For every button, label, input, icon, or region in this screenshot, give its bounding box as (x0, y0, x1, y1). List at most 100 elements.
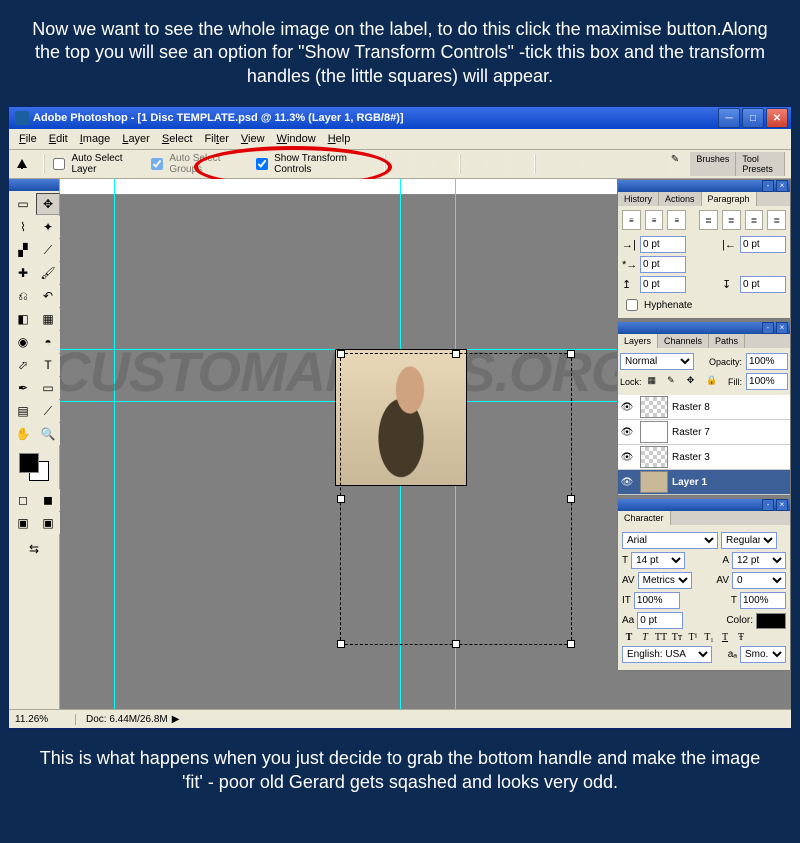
paragraph-tab[interactable]: Paragraph (702, 192, 757, 206)
actions-tab[interactable]: Actions (659, 192, 702, 206)
distribute-icon[interactable] (563, 153, 582, 175)
distribute-icon[interactable] (627, 153, 646, 175)
first-line-input[interactable] (640, 256, 686, 273)
palette-well-icon[interactable]: ✎ (670, 153, 689, 175)
panel-close-icon[interactable]: × (776, 322, 788, 334)
tool-gradient[interactable]: ▦ (36, 308, 60, 330)
visibility-icon[interactable]: 👁 (618, 427, 636, 438)
fill-input[interactable] (746, 373, 788, 390)
tool-wand[interactable]: ✦ (36, 216, 60, 238)
tool-eyedrop[interactable]: ⟋ (36, 400, 60, 422)
history-tab[interactable]: History (618, 192, 659, 206)
tool-blur[interactable]: ◉ (11, 331, 35, 353)
color-swatch[interactable] (756, 613, 786, 629)
blend-mode-select[interactable]: Normal (620, 353, 694, 370)
indent-left-input[interactable] (640, 236, 686, 253)
handle-n[interactable] (452, 350, 460, 358)
handle-e[interactable] (567, 495, 575, 503)
panel-close-icon[interactable]: × (776, 180, 788, 192)
handle-nw[interactable] (337, 350, 345, 358)
handle-w[interactable] (337, 495, 345, 503)
kerning-select[interactable]: Metrics (638, 572, 692, 589)
super-button[interactable]: T¹ (686, 632, 700, 643)
menu-select[interactable]: Select (156, 131, 199, 147)
menu-view[interactable]: View (235, 131, 271, 147)
tool-type[interactable]: T (36, 354, 60, 376)
paths-tab[interactable]: Paths (709, 334, 745, 348)
tool-slice[interactable]: ⟋ (36, 239, 60, 261)
transform-bounds[interactable] (340, 353, 572, 645)
visibility-icon[interactable]: 👁 (618, 477, 636, 488)
character-tab[interactable]: Character (618, 511, 671, 525)
tool-crop[interactable]: ▞ (11, 239, 35, 261)
align-icon[interactable] (391, 153, 410, 175)
panel-min-icon[interactable]: - (762, 322, 774, 334)
underline-button[interactable]: T (718, 632, 732, 643)
align-icon[interactable] (434, 153, 453, 175)
panel-close-icon[interactable]: × (776, 499, 788, 511)
minimize-button[interactable]: ─ (718, 108, 740, 128)
color-swatch[interactable] (13, 451, 55, 483)
layer-row[interactable]: 👁Raster 7 (618, 420, 790, 445)
auto-select-layer-check[interactable]: Auto Select Layer (49, 153, 137, 175)
show-transform-controls-check[interactable]: Show Transform Controls (252, 153, 369, 175)
align-icon[interactable] (466, 153, 485, 175)
tool-shape[interactable]: ▭ (36, 377, 60, 399)
distribute-icon[interactable] (584, 153, 603, 175)
tool-hand[interactable]: ✋ (11, 423, 35, 445)
align-icon[interactable] (488, 153, 507, 175)
lang-select[interactable]: English: USA (622, 646, 712, 663)
handle-sw[interactable] (337, 640, 345, 648)
menu-edit[interactable]: Edit (43, 131, 74, 147)
hscale-input[interactable] (740, 592, 786, 609)
layer-row[interactable]: 👁Raster 8 (618, 395, 790, 420)
sub-button[interactable]: T₁ (702, 632, 716, 643)
panel-min-icon[interactable]: - (762, 499, 774, 511)
menu-layer[interactable]: Layer (116, 131, 156, 147)
strike-button[interactable]: Ŧ (734, 632, 748, 643)
style-select[interactable]: Regular (721, 532, 777, 549)
tool-move[interactable]: ✥ (36, 193, 60, 215)
font-select[interactable]: Arial (622, 532, 718, 549)
align-center-icon[interactable]: ≡ (645, 210, 664, 230)
imageready-icon[interactable]: ⇆ (11, 538, 57, 560)
justify-icon[interactable]: ≣ (699, 210, 718, 230)
screenmode-icon[interactable]: ▣ (11, 512, 35, 534)
canvas-area[interactable]: CUSTOMANIACS.ORG (60, 179, 617, 709)
handle-s[interactable] (452, 640, 460, 648)
menu-filter[interactable]: Filter (198, 131, 234, 147)
zoom-value[interactable]: 11.26% (15, 714, 76, 725)
layers-tab[interactable]: Layers (618, 334, 658, 348)
menu-help[interactable]: Help (322, 131, 357, 147)
smallcaps-button[interactable]: Tᴛ (670, 632, 684, 643)
lock-paint-icon[interactable]: ✎ (666, 374, 680, 390)
quickmask-icon[interactable]: ◻ (11, 489, 35, 511)
layer-row[interactable]: 👁Layer 1 (618, 470, 790, 495)
lock-trans-icon[interactable]: ▦ (647, 374, 661, 390)
tool-presets-tab[interactable]: Tool Presets (736, 152, 785, 176)
caps-button[interactable]: TT (654, 632, 668, 643)
tool-heal[interactable]: ✚ (11, 262, 35, 284)
panel-min-icon[interactable]: - (762, 180, 774, 192)
visibility-icon[interactable]: 👁 (618, 402, 636, 413)
menu-file[interactable]: FFileile (13, 131, 43, 147)
tool-notes[interactable]: ▤ (11, 400, 35, 422)
handle-se[interactable] (567, 640, 575, 648)
distribute-icon[interactable] (606, 153, 625, 175)
auto-select-groups-check[interactable]: Auto Select Groups (147, 153, 242, 175)
opacity-input[interactable] (746, 353, 788, 370)
lock-all-icon[interactable]: 🔒 (705, 374, 719, 390)
tool-path[interactable]: ⬀ (11, 354, 35, 376)
align-icon[interactable] (413, 153, 432, 175)
menu-image[interactable]: Image (74, 131, 117, 147)
justify-icon[interactable]: ≣ (767, 210, 786, 230)
align-icon[interactable] (509, 153, 528, 175)
lock-move-icon[interactable]: ✥ (686, 374, 700, 390)
chevron-right-icon[interactable]: ▶ (172, 714, 180, 725)
distribute-icon[interactable] (649, 153, 668, 175)
close-button[interactable]: ✕ (766, 108, 788, 128)
align-left-icon[interactable]: ≡ (622, 210, 641, 230)
baseline-input[interactable] (637, 612, 683, 629)
brushes-tab[interactable]: Brushes (690, 152, 736, 176)
layer-row[interactable]: 👁Raster 3 (618, 445, 790, 470)
